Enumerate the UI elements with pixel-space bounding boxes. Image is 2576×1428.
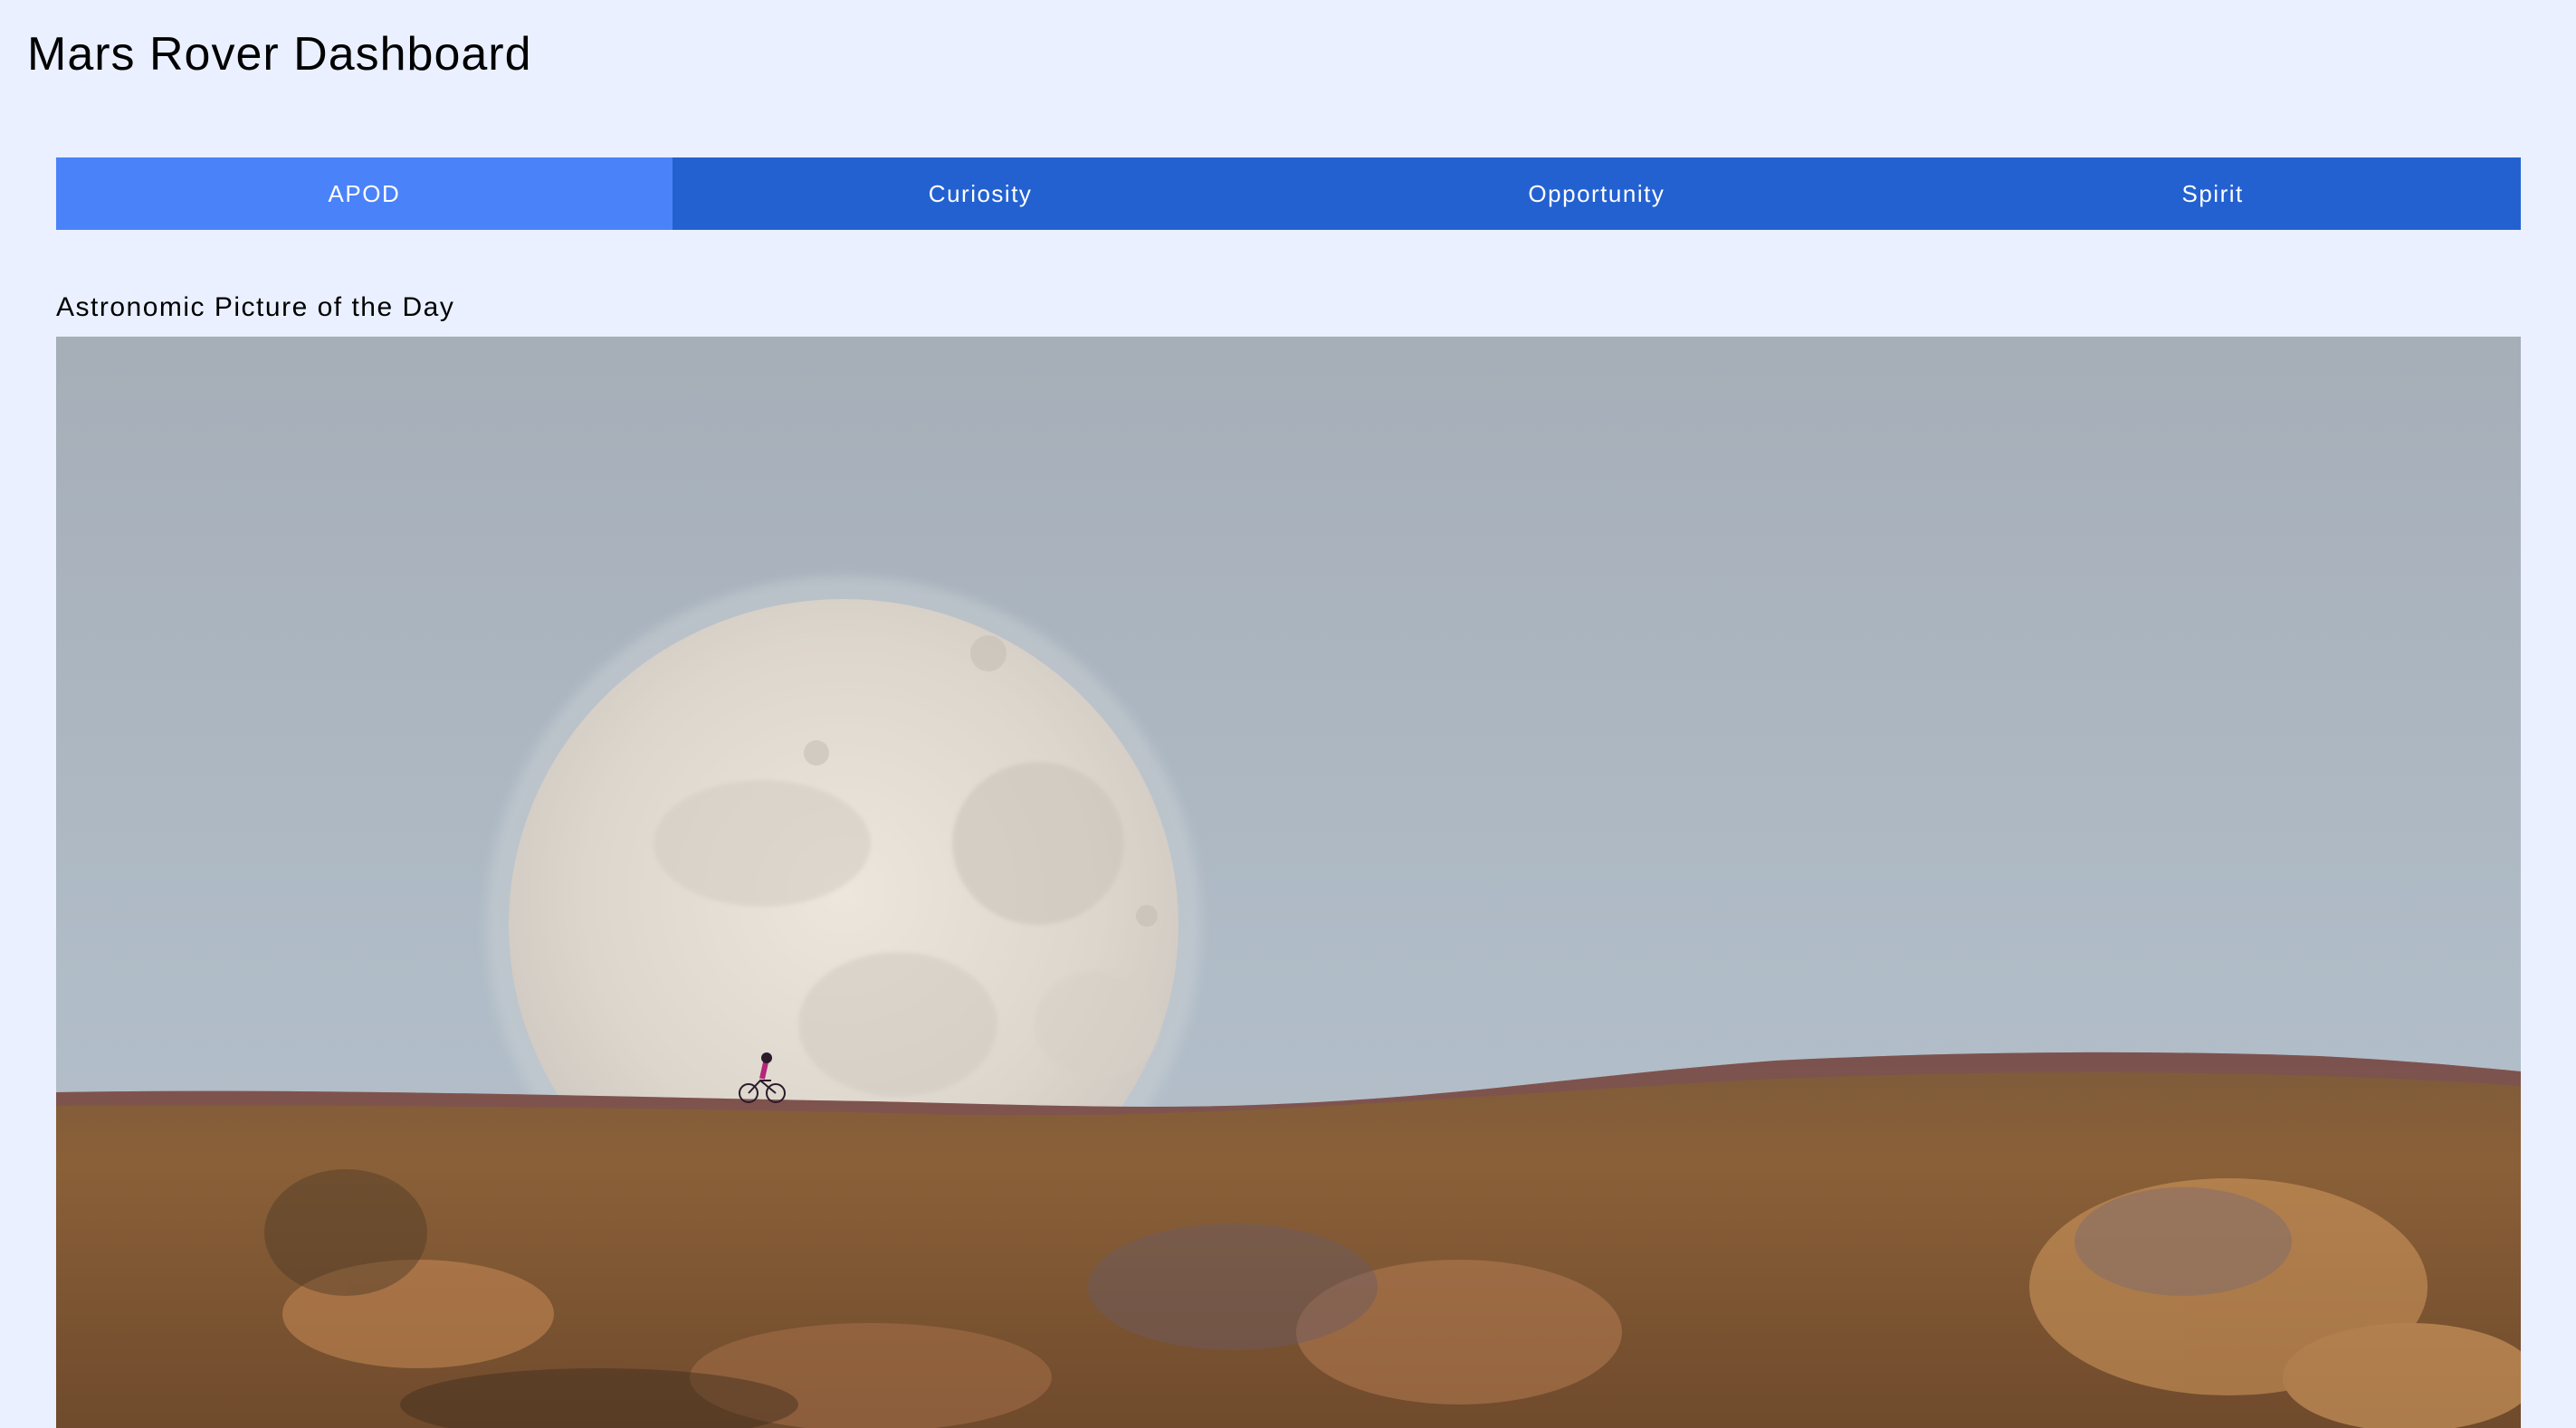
moon-landscape-photo — [56, 337, 2521, 1428]
rover-tab-bar: APOD Curiosity Opportunity Spirit — [56, 157, 2521, 230]
tab-curiosity[interactable]: Curiosity — [672, 157, 1289, 230]
apod-image — [56, 337, 2521, 1428]
apod-heading: Astronomic Picture of the Day — [56, 292, 455, 322]
page-title: Mars Rover Dashboard — [27, 28, 532, 81]
tab-spirit[interactable]: Spirit — [1904, 157, 2521, 230]
tab-apod[interactable]: APOD — [56, 157, 673, 230]
tab-opportunity[interactable]: Opportunity — [1288, 157, 1905, 230]
